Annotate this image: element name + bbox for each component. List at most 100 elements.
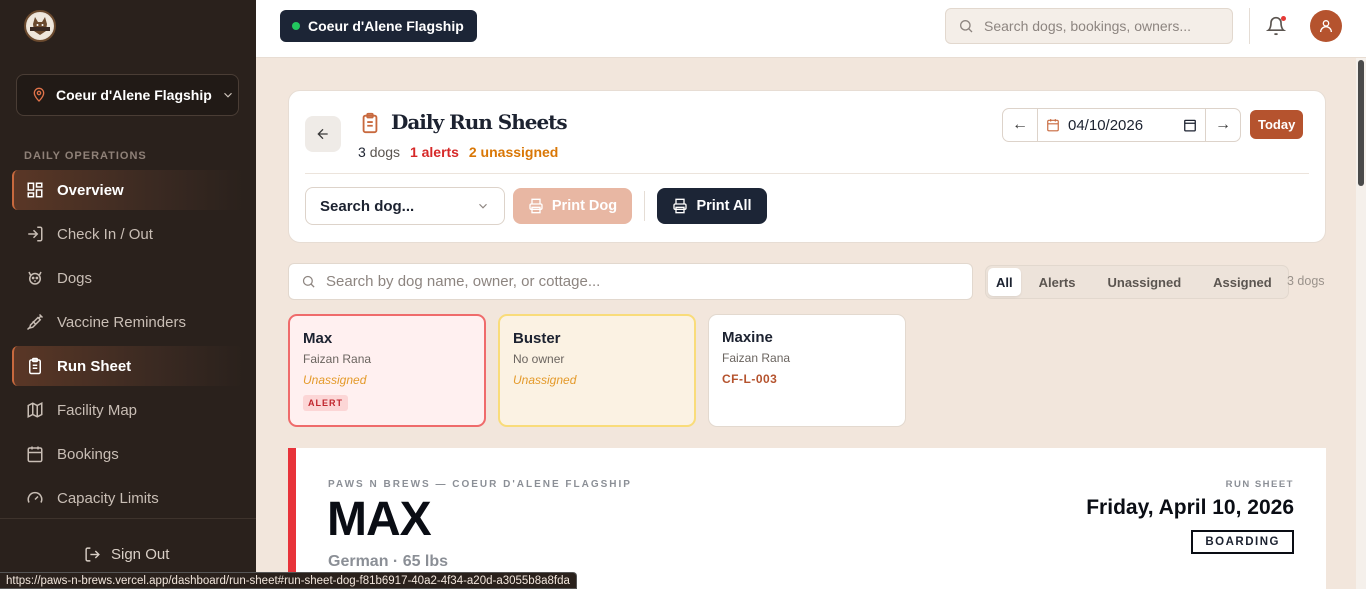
global-search-input[interactable]: Search dogs, bookings, owners... <box>945 8 1233 44</box>
sidebar-item-label: Overview <box>57 181 124 199</box>
dog-card-name: Max <box>303 330 333 347</box>
scrollbar-thumb[interactable] <box>1358 60 1364 186</box>
dog-count-label: dogs <box>369 144 401 160</box>
notification-dot <box>1281 16 1286 21</box>
tab-assigned[interactable]: Assigned <box>1199 268 1286 296</box>
dog-search-input[interactable]: Search by dog name, owner, or cottage... <box>288 263 973 300</box>
calendar-icon <box>26 445 44 463</box>
unassigned-count: 2 unassigned <box>468 144 559 160</box>
dog-card-max[interactable]: Max Faizan Rana Unassigned ALERT <box>288 314 486 427</box>
dog-select[interactable]: Search dog... <box>305 187 505 225</box>
sidebar-nav: Overview Check In / Out Dogs Vaccine Rem… <box>12 170 244 522</box>
section-label: DAILY OPERATIONS <box>24 150 147 162</box>
previous-day-button[interactable]: ← <box>1003 109 1037 141</box>
dog-card-buster[interactable]: Buster No owner Unassigned <box>498 314 696 427</box>
global-search-placeholder: Search dogs, bookings, owners... <box>984 18 1192 34</box>
sidebar-item-overview[interactable]: Overview <box>12 170 244 210</box>
sidebar-item-bookings[interactable]: Bookings <box>12 434 244 474</box>
tab-unassigned[interactable]: Unassigned <box>1093 268 1195 296</box>
syringe-icon <box>26 313 44 331</box>
clipboard-icon <box>26 357 44 375</box>
sidebar-item-label: Run Sheet <box>57 357 132 375</box>
alert-badge: ALERT <box>303 395 348 411</box>
print-all-button[interactable]: Print All <box>657 188 767 224</box>
sidebar-divider <box>0 518 256 519</box>
sidebar-item-label: Facility Map <box>57 401 138 419</box>
dog-card-name: Buster <box>513 330 561 347</box>
dog-card-cottage: CF-L-003 <box>722 372 778 386</box>
sidebar-item-label: Capacity Limits <box>57 489 159 507</box>
sheet-dog-name: MAX <box>327 493 432 546</box>
status-bar-url: https://paws-n-brews.vercel.app/dashboar… <box>0 572 577 589</box>
log-in-icon <box>26 225 44 243</box>
brand-logo[interactable] <box>24 10 56 42</box>
sidebar-item-label: Check In / Out <box>57 225 153 243</box>
search-icon <box>301 274 316 289</box>
dog-card-maxine[interactable]: Maxine Faizan Rana CF-L-003 <box>708 314 906 427</box>
sidebar-item-label: Vaccine Reminders <box>57 313 186 331</box>
sign-out-button[interactable]: Sign Out <box>84 546 169 563</box>
chevron-down-icon <box>476 199 490 213</box>
location-badge[interactable]: Coeur d'Alene Flagship <box>280 10 477 42</box>
sidebar-item-dogs[interactable]: Dogs <box>12 258 244 298</box>
dog-card-name: Maxine <box>722 329 773 346</box>
sidebar: Coeur d'Alene Flagship DAILY OPERATIONS … <box>0 0 256 589</box>
tab-alerts[interactable]: Alerts <box>1025 268 1090 296</box>
sidebar-item-vaccine-reminders[interactable]: Vaccine Reminders <box>12 302 244 342</box>
arrow-left-icon <box>315 126 331 142</box>
sign-out-label: Sign Out <box>111 546 170 563</box>
sidebar-item-check-in-out[interactable]: Check In / Out <box>12 214 244 254</box>
dog-card-owner: Faizan Rana <box>722 351 791 365</box>
clipboard-icon <box>359 111 381 135</box>
dog-summary: 3 dogs 1 alerts 2 unassigned <box>358 144 558 160</box>
today-button[interactable]: Today <box>1250 110 1304 139</box>
print-all-label: Print All <box>696 198 752 214</box>
location-select[interactable]: Coeur d'Alene Flagship <box>16 74 239 116</box>
user-avatar[interactable] <box>1310 10 1342 42</box>
map-icon <box>26 401 44 419</box>
next-day-button[interactable]: → <box>1206 109 1240 141</box>
sidebar-item-label: Bookings <box>57 445 119 463</box>
header-divider <box>305 173 1309 174</box>
filter-tabs: All Alerts Unassigned Assigned <box>985 265 1289 299</box>
user-icon <box>1318 18 1334 34</box>
chevron-down-icon <box>221 88 235 102</box>
filtered-dog-count: 3 dogs <box>1287 274 1325 288</box>
dog-card-owner: Faizan Rana <box>303 352 372 366</box>
print-dog-button[interactable]: Print Dog <box>513 188 632 224</box>
map-pin-icon <box>31 87 47 103</box>
sheet-label: RUN SHEET <box>1225 479 1294 490</box>
run-sheet-header-card: Daily Run Sheets 3 dogs 1 alerts 2 unass… <box>288 90 1326 243</box>
sidebar-item-capacity-limits[interactable]: Capacity Limits <box>12 478 244 518</box>
dog-card-status: Unassigned <box>303 373 367 387</box>
page-title: Daily Run Sheets <box>391 110 568 134</box>
dog-search-placeholder: Search by dog name, owner, or cottage... <box>326 273 601 290</box>
topbar-divider <box>1249 8 1250 44</box>
back-button[interactable] <box>305 116 341 152</box>
date-value: 04/10/2026 <box>1068 116 1144 134</box>
sidebar-item-label: Dogs <box>57 269 93 287</box>
grid-icon <box>26 181 44 199</box>
printer-icon <box>672 198 688 214</box>
tab-all[interactable]: All <box>988 268 1021 296</box>
sidebar-item-facility-map[interactable]: Facility Map <box>12 390 244 430</box>
sheet-breed: German · 65 lbs <box>328 553 449 570</box>
date-picker-group: ← 04/10/2026 → <box>1002 108 1241 142</box>
date-input[interactable]: 04/10/2026 <box>1037 109 1206 141</box>
sheet-type-badge: BOARDING <box>1191 530 1294 554</box>
printer-icon <box>528 198 544 214</box>
print-dog-label: Print Dog <box>551 198 618 214</box>
dog-icon <box>26 269 44 287</box>
calendar-icon <box>1046 118 1060 132</box>
button-divider <box>644 191 645 221</box>
dog-select-value: Search dog... <box>320 197 415 215</box>
location-select-label: Coeur d'Alene Flagship <box>56 87 212 103</box>
calendar-picker-icon[interactable] <box>1183 118 1197 132</box>
sheet-date: Friday, April 10, 2026 <box>1086 496 1294 519</box>
sheet-brand: PAWS N BREWS — COEUR D'ALENE FLAGSHIP <box>328 479 632 490</box>
search-icon <box>958 18 974 34</box>
dog-card-owner: No owner <box>513 352 565 366</box>
sidebar-item-run-sheet[interactable]: Run Sheet <box>12 346 244 386</box>
run-sheet-preview: PAWS N BREWS — COEUR D'ALENE FLAGSHIP MA… <box>288 448 1326 589</box>
gauge-icon <box>26 489 44 507</box>
